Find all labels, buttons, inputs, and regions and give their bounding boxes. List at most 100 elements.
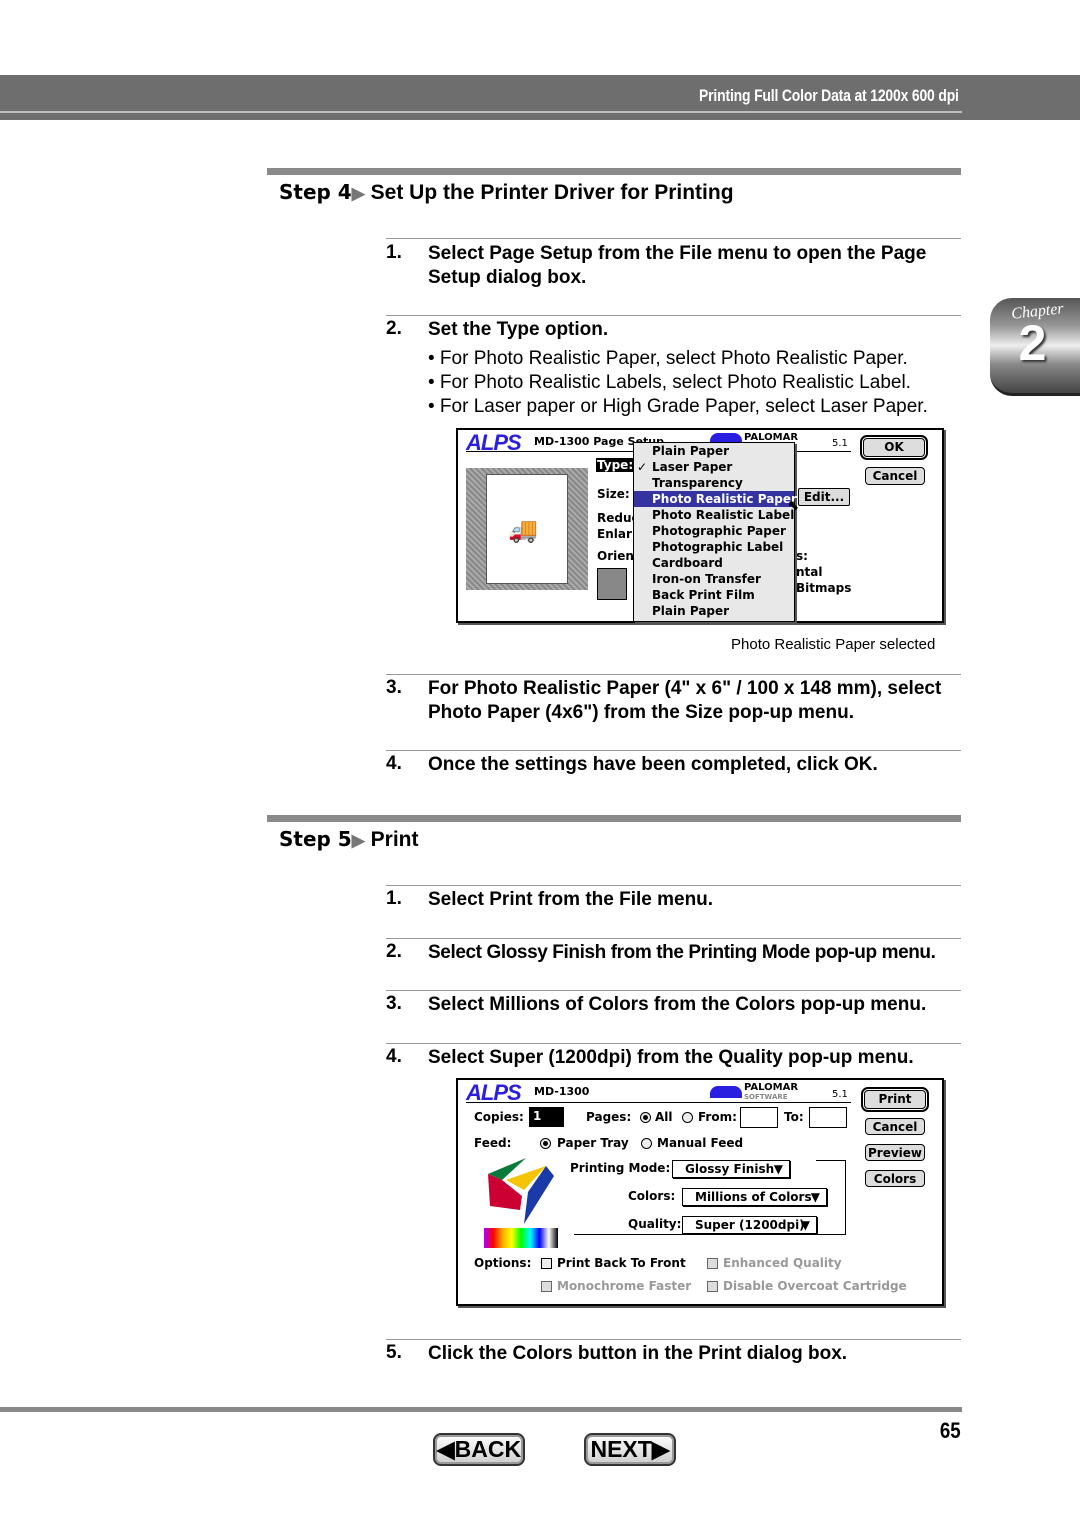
palomar-logo-icon bbox=[710, 1086, 742, 1098]
item-number: 1. bbox=[386, 888, 402, 909]
menu-item[interactable]: Plain Paper bbox=[634, 603, 794, 619]
menu-item[interactable]: Back Print Film bbox=[634, 587, 794, 603]
menu-item[interactable]: Plain Paper bbox=[634, 443, 794, 459]
divider bbox=[386, 315, 961, 316]
title-rule bbox=[466, 1102, 851, 1103]
cancel-button[interactable]: Cancel bbox=[865, 1118, 925, 1135]
group-border bbox=[845, 1160, 846, 1235]
colors-popup[interactable]: Millions of Colors ▼ bbox=[682, 1188, 827, 1206]
step5-heading: Step 5▶ Print bbox=[279, 827, 419, 851]
dialog-title: MD-1300 bbox=[534, 1085, 590, 1098]
copies-input[interactable]: 1 bbox=[529, 1107, 564, 1127]
paper-tray-radio[interactable] bbox=[540, 1138, 551, 1149]
divider bbox=[386, 1043, 961, 1044]
item-text: Select Super (1200dpi) from the Quality … bbox=[428, 1047, 914, 1068]
from-label: From: bbox=[698, 1110, 737, 1124]
all-radio[interactable] bbox=[640, 1112, 651, 1123]
color-spectrum-bar bbox=[484, 1228, 558, 1248]
menu-item[interactable]: Photographic Label bbox=[634, 539, 794, 555]
print-back-to-front-label: Print Back To Front bbox=[557, 1256, 686, 1270]
vendor-name: PALOMAR SOFTWARE bbox=[744, 1082, 799, 1102]
print-back-to-front-checkbox[interactable] bbox=[541, 1258, 552, 1269]
pages-label: Pages: bbox=[586, 1110, 632, 1124]
divider bbox=[386, 238, 961, 239]
printing-mode-popup[interactable]: Glossy Finish ▼ bbox=[672, 1160, 790, 1178]
item-number: 2. bbox=[386, 941, 402, 962]
portrait-orientation-icon[interactable] bbox=[597, 568, 627, 600]
print-button[interactable]: Print bbox=[861, 1087, 929, 1112]
divider bbox=[386, 1339, 961, 1340]
options-label: Options: bbox=[474, 1256, 532, 1270]
colors-label: Colors: bbox=[628, 1189, 676, 1203]
item-text: Click the Colors button in the Print dia… bbox=[428, 1343, 848, 1364]
label-fragment: s: bbox=[796, 549, 808, 563]
item-text: Select Glossy Finish from the Printing M… bbox=[428, 942, 936, 963]
item-text: Select Print from the File menu. bbox=[428, 889, 714, 910]
to-input[interactable] bbox=[809, 1107, 847, 1128]
from-input[interactable] bbox=[740, 1107, 778, 1128]
edit-button[interactable]: Edit... bbox=[798, 488, 850, 506]
disable-overcoat-checkbox[interactable] bbox=[707, 1281, 718, 1292]
bullet: • For Photo Realistic Labels, select Pho… bbox=[428, 372, 911, 393]
menu-item[interactable]: Transparency bbox=[634, 475, 794, 491]
menu-item[interactable]: ✓ Laser Paper bbox=[634, 459, 794, 475]
enhanced-quality-checkbox[interactable] bbox=[707, 1258, 718, 1269]
disable-overcoat-label: Disable Overcoat Cartridge bbox=[723, 1279, 907, 1293]
copies-label: Copies: bbox=[474, 1110, 524, 1124]
manual-feed-label: Manual Feed bbox=[657, 1136, 744, 1150]
type-popup-menu[interactable]: Plain Paper ✓ Laser Paper Transparency Ph… bbox=[633, 442, 797, 622]
checkmark-icon: ✓ bbox=[637, 460, 648, 474]
page-preview: 🚚 bbox=[466, 468, 588, 590]
back-button[interactable]: ◀BACK bbox=[433, 1433, 525, 1466]
item-text: Once the settings have been completed, c… bbox=[428, 754, 878, 775]
ok-button[interactable]: OK bbox=[860, 435, 928, 460]
bullet: • For Laser paper or High Grade Paper, s… bbox=[428, 396, 928, 417]
menu-item-selected[interactable]: Photo Realistic Paper bbox=[634, 491, 797, 507]
item-number: 3. bbox=[386, 993, 402, 1014]
bullet: • For Photo Realistic Paper, select Phot… bbox=[428, 348, 908, 369]
label-fragment: ntal bbox=[796, 565, 823, 579]
truck-icon: 🚚 bbox=[508, 516, 538, 544]
paper-tray-label: Paper Tray bbox=[557, 1136, 629, 1150]
monochrome-faster-label: Monochrome Faster bbox=[557, 1279, 692, 1293]
footer-divider bbox=[0, 1407, 962, 1412]
version: 5.1 bbox=[832, 438, 848, 449]
from-radio[interactable] bbox=[682, 1112, 693, 1123]
group-border bbox=[574, 1234, 846, 1235]
page-number: 65 bbox=[939, 1418, 961, 1443]
dropdown-arrow-icon: ▼ bbox=[773, 1162, 783, 1176]
divider bbox=[386, 885, 961, 886]
item-number: 4. bbox=[386, 1046, 402, 1067]
item-text: For Photo Realistic Paper (4" x 6" / 100… bbox=[428, 678, 942, 723]
divider bbox=[386, 990, 961, 991]
label-fragment: Bitmaps bbox=[796, 581, 852, 595]
chapter-number: 2 bbox=[1018, 315, 1047, 371]
type-label: Type: bbox=[596, 458, 635, 472]
next-button[interactable]: NEXT▶ bbox=[584, 1433, 676, 1466]
alps-logo: ALPS bbox=[466, 430, 522, 455]
version: 5.1 bbox=[832, 1089, 848, 1100]
menu-item[interactable]: Iron-on Transfer bbox=[634, 571, 794, 587]
quality-label: Quality: bbox=[628, 1217, 682, 1231]
monochrome-faster-checkbox[interactable] bbox=[541, 1281, 552, 1292]
item-number: 1. bbox=[386, 242, 402, 263]
menu-item[interactable]: Cardboard bbox=[634, 555, 794, 571]
divider bbox=[386, 938, 961, 939]
chapter-tab: Chapter 2 bbox=[990, 298, 1080, 396]
manual-feed-radio[interactable] bbox=[641, 1138, 652, 1149]
divider bbox=[386, 674, 961, 675]
menu-item[interactable]: Photographic Paper bbox=[634, 523, 794, 539]
figure-caption: Photo Realistic Paper selected bbox=[731, 636, 936, 653]
colors-button[interactable]: Colors bbox=[865, 1170, 925, 1187]
dropdown-arrow-icon: ▼ bbox=[800, 1218, 810, 1232]
color-cube-icon bbox=[488, 1158, 554, 1224]
quality-popup[interactable]: Super (1200dpi) ▼ bbox=[682, 1216, 817, 1234]
step-divider bbox=[267, 168, 961, 175]
step4-heading: Step 4▶ Set Up the Printer Driver for Pr… bbox=[279, 180, 734, 204]
cancel-button[interactable]: Cancel bbox=[865, 467, 925, 485]
menu-item[interactable]: Photo Realistic Label bbox=[634, 507, 794, 523]
item-number: 3. bbox=[386, 677, 402, 698]
item-text: Select Millions of Colors from the Color… bbox=[428, 994, 927, 1015]
step-divider bbox=[267, 815, 961, 822]
preview-button[interactable]: Preview bbox=[865, 1144, 925, 1161]
